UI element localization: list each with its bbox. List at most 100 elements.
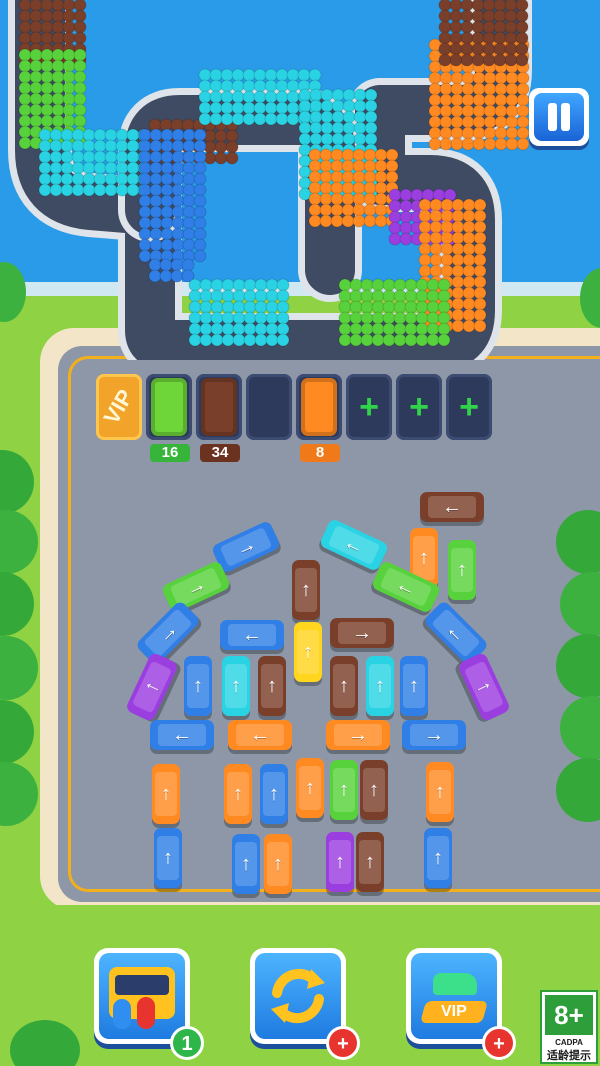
cyan-bus[interactable]: ↑ bbox=[366, 656, 394, 716]
passenger bbox=[93, 139, 107, 153]
blue-bus[interactable]: ← bbox=[150, 720, 214, 750]
orange-bus[interactable]: ↑ bbox=[264, 834, 292, 894]
passenger bbox=[399, 232, 413, 246]
orange-bus[interactable]: ← bbox=[228, 720, 292, 750]
passenger bbox=[93, 183, 107, 197]
orange-bus[interactable]: ↑ bbox=[296, 758, 324, 818]
passenger bbox=[138, 216, 152, 230]
passenger bbox=[330, 159, 344, 173]
passenger bbox=[388, 232, 402, 246]
passenger bbox=[242, 90, 256, 104]
brown-bus[interactable]: → bbox=[330, 618, 394, 648]
passenger bbox=[93, 150, 107, 164]
passenger bbox=[353, 110, 367, 124]
passenger bbox=[382, 289, 396, 303]
passenger bbox=[40, 92, 54, 106]
passenger bbox=[418, 209, 432, 223]
passenger bbox=[73, 0, 87, 12]
brown-bus[interactable]: ↑ bbox=[330, 656, 358, 716]
passenger bbox=[298, 132, 312, 146]
passenger bbox=[148, 258, 162, 272]
direction-arrow-icon: ↑ bbox=[267, 675, 277, 697]
locked-parking-slot[interactable]: + bbox=[446, 374, 492, 440]
orange-bus[interactable]: ↑ bbox=[224, 764, 252, 824]
passenger bbox=[363, 214, 377, 228]
brown-bus[interactable]: ← bbox=[420, 492, 484, 522]
vip-booster-button[interactable]: VIP + bbox=[406, 948, 516, 1060]
passenger bbox=[352, 159, 366, 173]
passenger bbox=[418, 231, 432, 245]
blue-bus[interactable]: ← bbox=[220, 620, 284, 650]
passenger bbox=[449, 9, 463, 23]
locked-parking-slot[interactable]: + bbox=[346, 374, 392, 440]
passenger bbox=[426, 333, 440, 347]
passenger bbox=[298, 121, 312, 135]
passenger bbox=[73, 59, 87, 73]
passenger bbox=[428, 104, 442, 118]
passenger bbox=[462, 242, 476, 256]
passenger bbox=[428, 126, 442, 140]
passenger bbox=[73, 48, 87, 62]
passenger bbox=[62, 31, 76, 45]
shuffle-booster-button[interactable]: + bbox=[250, 948, 360, 1060]
passenger bbox=[49, 161, 63, 175]
passenger bbox=[40, 114, 54, 128]
passenger bbox=[349, 311, 363, 325]
orange-bus[interactable]: ↑ bbox=[426, 762, 454, 822]
passenger bbox=[505, 104, 519, 118]
passenger bbox=[232, 311, 246, 325]
purple-bus[interactable]: ↑ bbox=[326, 832, 354, 892]
passenger bbox=[51, 0, 65, 12]
yellow-bus[interactable]: ↑ bbox=[294, 622, 322, 682]
passenger bbox=[449, 42, 463, 56]
cyan-bus[interactable]: ↑ bbox=[222, 656, 250, 716]
pause-button[interactable] bbox=[529, 88, 589, 146]
blue-bus[interactable]: ↑ bbox=[260, 764, 288, 824]
passenger bbox=[415, 289, 429, 303]
green-bus[interactable]: ↑ bbox=[330, 760, 358, 820]
locked-parking-slot[interactable]: + bbox=[396, 374, 442, 440]
blue-bus[interactable]: ↑ bbox=[232, 834, 260, 894]
orange-bus[interactable]: ↑ bbox=[152, 764, 180, 824]
green-bus[interactable]: ↑ bbox=[448, 540, 476, 600]
add-shuffle-badge[interactable]: + bbox=[326, 1026, 360, 1060]
passenger bbox=[71, 128, 85, 142]
passenger bbox=[364, 88, 378, 102]
passenger bbox=[360, 300, 374, 314]
passenger bbox=[364, 132, 378, 146]
blue-bus[interactable]: ↑ bbox=[424, 828, 452, 888]
brown-bus[interactable]: ↑ bbox=[292, 560, 320, 620]
passenger bbox=[298, 110, 312, 124]
passenger bbox=[171, 216, 185, 230]
move-passengers-booster-button[interactable]: 1 bbox=[94, 948, 204, 1060]
brown-bus[interactable]: ↑ bbox=[360, 760, 388, 820]
passenger bbox=[418, 198, 432, 212]
passenger bbox=[286, 112, 300, 126]
blue-bus[interactable]: ↑ bbox=[154, 828, 182, 888]
passenger bbox=[18, 125, 32, 139]
passenger bbox=[460, 53, 474, 67]
passenger bbox=[341, 148, 355, 162]
passenger bbox=[193, 205, 207, 219]
passenger bbox=[429, 209, 443, 223]
blue-bus[interactable]: ↑ bbox=[184, 656, 212, 716]
passenger bbox=[188, 333, 202, 347]
passenger bbox=[93, 128, 107, 142]
passenger bbox=[126, 150, 140, 164]
passenger bbox=[494, 137, 508, 151]
passenger bbox=[29, 0, 43, 12]
passenger bbox=[115, 139, 129, 153]
passenger bbox=[338, 278, 352, 292]
passenger bbox=[199, 300, 213, 314]
brown-bus[interactable]: ↑ bbox=[258, 656, 286, 716]
passenger bbox=[516, 82, 530, 96]
passenger bbox=[428, 71, 442, 85]
orange-bus[interactable]: → bbox=[326, 720, 390, 750]
passenger bbox=[231, 68, 245, 82]
add-vip-badge[interactable]: + bbox=[482, 1026, 516, 1060]
passenger bbox=[276, 278, 290, 292]
blue-bus[interactable]: → bbox=[402, 720, 466, 750]
brown-bus[interactable]: ↑ bbox=[356, 832, 384, 892]
blue-bus[interactable]: ↑ bbox=[400, 656, 428, 716]
passenger bbox=[182, 227, 196, 241]
